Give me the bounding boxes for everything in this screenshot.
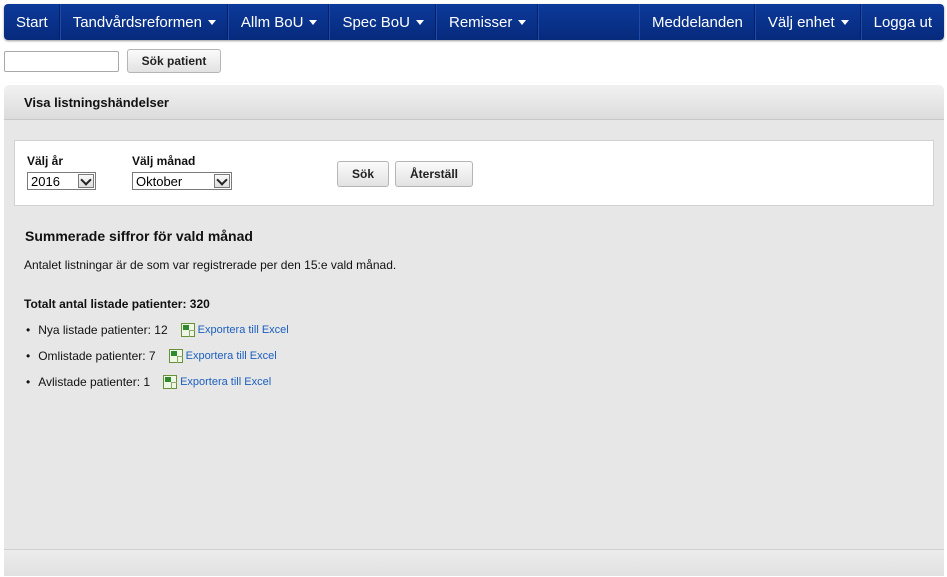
reset-button[interactable]: Återställ <box>395 161 473 187</box>
patient-search-input[interactable] <box>4 51 119 72</box>
relisted-patients: Omlistade patienter: 7 <box>38 349 156 363</box>
filter-box: Välj år 2016 Välj månad Oktober Sök Åter… <box>14 140 934 206</box>
caret-down-icon <box>840 20 849 25</box>
caret-down-icon <box>518 20 527 25</box>
list-item: • Omlistade patienter: 7 Exportera till … <box>26 349 277 363</box>
search-patient-button-label: Sök patient <box>141 54 207 68</box>
nav-allm-bou-label: Allm BoU <box>240 13 304 31</box>
main-navbar: Start Tandvårdsreformen Allm BoU Spec Bo… <box>4 4 944 40</box>
list-item: • Nya listade patienter: 12 Exportera ti… <box>26 323 289 337</box>
new-listed-patients: Nya listade patienter: 12 <box>38 323 168 337</box>
nav-valj-enhet-label: Välj enhet <box>767 13 835 31</box>
nav-remisser[interactable]: Remisser <box>437 4 540 40</box>
nav-spec-bou-label: Spec BoU <box>342 13 410 31</box>
summary-title: Summerade siffror för vald månad <box>25 228 253 244</box>
nav-tandvardsreformen-label: Tandvårdsreformen <box>72 13 202 31</box>
delisted-patients: Avlistade patienter: 1 <box>38 375 151 389</box>
bullet-icon: • <box>26 349 31 363</box>
reset-button-label: Återställ <box>409 167 459 181</box>
month-select-value: Oktober <box>136 174 183 189</box>
nav-meddelanden-label: Meddelanden <box>651 13 743 31</box>
search-button-label: Sök <box>351 167 374 181</box>
nav-valj-enhet[interactable]: Välj enhet <box>756 4 862 40</box>
listing-events-panel: Visa listningshändelser Välj år 2016 Väl… <box>4 85 944 576</box>
excel-icon[interactable] <box>180 323 195 337</box>
caret-down-icon <box>415 20 424 25</box>
year-select[interactable]: 2016 <box>27 172 96 190</box>
nav-spacer <box>539 4 640 40</box>
nav-logga-ut-label: Logga ut <box>873 13 932 31</box>
search-button[interactable]: Sök <box>337 161 389 187</box>
nav-tandvardsreformen[interactable]: Tandvårdsreformen <box>61 4 229 40</box>
nav-start-label: Start <box>16 13 48 31</box>
year-select-value: 2016 <box>31 174 60 189</box>
summary-description: Antalet listningar är de som var registr… <box>24 258 397 272</box>
nav-logga-ut[interactable]: Logga ut <box>862 4 944 40</box>
excel-icon[interactable] <box>163 375 178 389</box>
bullet-icon: • <box>26 375 31 389</box>
year-label: Välj år <box>27 154 64 168</box>
total-listed-patients: Totalt antal listade patienter: 320 <box>24 297 210 311</box>
export-excel-link[interactable]: Exportera till Excel <box>198 324 289 336</box>
nav-meddelanden[interactable]: Meddelanden <box>640 4 756 40</box>
list-item: • Avlistade patienter: 1 Exportera till … <box>26 375 271 389</box>
bullet-icon: • <box>26 323 31 337</box>
month-label: Välj månad <box>132 154 196 168</box>
month-select[interactable]: Oktober <box>132 172 232 190</box>
export-excel-link[interactable]: Exportera till Excel <box>180 376 271 388</box>
page-title: Visa listningshändelser <box>24 95 169 110</box>
caret-down-icon <box>207 20 216 25</box>
nav-spec-bou[interactable]: Spec BoU <box>330 4 437 40</box>
panel-header: Visa listningshändelser <box>4 85 944 120</box>
nav-allm-bou[interactable]: Allm BoU <box>229 4 331 40</box>
export-excel-link[interactable]: Exportera till Excel <box>186 350 277 362</box>
caret-down-icon <box>309 20 318 25</box>
panel-footer <box>4 549 944 576</box>
nav-remisser-label: Remisser <box>448 13 513 31</box>
search-patient-button[interactable]: Sök patient <box>127 49 221 73</box>
excel-icon[interactable] <box>168 349 183 363</box>
chevron-down-icon <box>78 174 94 188</box>
chevron-down-icon <box>214 174 230 188</box>
nav-start[interactable]: Start <box>4 4 61 40</box>
